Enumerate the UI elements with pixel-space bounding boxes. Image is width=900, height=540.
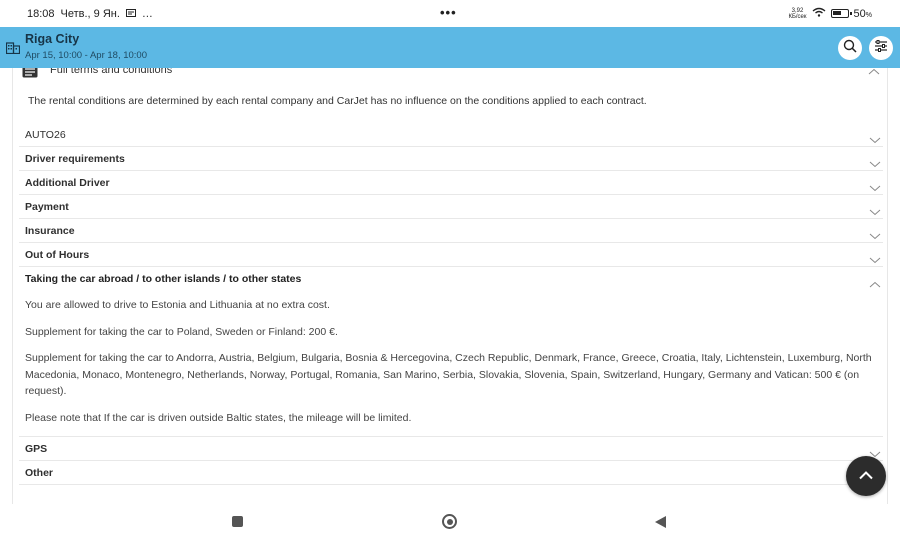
abroad-paragraph: You are allowed to drive to Estonia and … xyxy=(25,299,330,311)
section-abroad-header[interactable]: Taking the car abroad / to other islands… xyxy=(19,267,883,291)
section-label: Out of Hours xyxy=(25,249,90,261)
status-left: 18:08 Четв., 9 Ян. … xyxy=(27,8,153,20)
section-out-of-hours[interactable]: Out of Hours xyxy=(19,243,883,267)
section-label: AUTO26 xyxy=(25,129,66,141)
section-label: Other xyxy=(25,467,54,479)
scroll-to-top-button[interactable] xyxy=(846,456,886,496)
search-icon xyxy=(843,39,857,58)
notification-icon xyxy=(125,8,136,20)
section-label: Payment xyxy=(25,201,69,213)
status-bar: 18:08 Четв., 9 Ян. … ••• 3,92 КБ/сек 50% xyxy=(0,0,900,27)
battery-unit: % xyxy=(865,11,872,19)
net-speed-unit: КБ/сек xyxy=(788,13,807,20)
status-center-dots: ••• xyxy=(440,5,457,20)
battery-value: 50 xyxy=(853,7,866,20)
section-driver-requirements[interactable]: Driver requirements xyxy=(19,147,883,171)
battery-icon xyxy=(830,9,852,18)
filter-button[interactable] xyxy=(869,36,893,60)
section-other[interactable]: Other xyxy=(19,461,883,485)
abroad-paragraph: Supplement for taking the car to Andorra… xyxy=(25,352,872,397)
status-time: 18:08 xyxy=(27,8,55,20)
document-icon xyxy=(22,68,38,78)
status-right: 3,92 КБ/сек 50% xyxy=(788,7,872,20)
section-auto26[interactable]: AUTO26 xyxy=(19,123,883,147)
abroad-paragraph: Please note that If the car is driven ou… xyxy=(25,411,412,424)
section-additional-driver[interactable]: Additional Driver xyxy=(19,171,883,195)
status-date: Четв., 9 Ян. xyxy=(60,8,120,20)
recent-apps-button[interactable] xyxy=(232,516,243,527)
chevron-up-icon xyxy=(868,68,880,80)
terms-header[interactable]: Full terms and conditions xyxy=(22,68,880,82)
rental-dates: Apr 15, 10:00 - Apr 18, 10:00 xyxy=(25,50,148,61)
system-nav-bar xyxy=(0,504,900,540)
section-label: Insurance xyxy=(25,225,75,237)
terms-content: Full terms and conditions The rental con… xyxy=(12,68,888,504)
search-button[interactable] xyxy=(838,36,862,60)
section-label: Driver requirements xyxy=(25,153,125,165)
chevron-up-icon xyxy=(858,467,874,485)
section-label: GPS xyxy=(25,443,48,455)
terms-sections: AUTO26 Driver requirements Additional Dr… xyxy=(19,123,883,485)
home-button[interactable] xyxy=(442,514,457,529)
app-header: Riga City Apr 15, 10:00 - Apr 18, 10:00 xyxy=(0,27,900,68)
filter-icon xyxy=(874,39,888,57)
battery-level: 50% xyxy=(854,8,872,20)
section-insurance[interactable]: Insurance xyxy=(19,219,883,243)
wifi-icon xyxy=(812,7,826,20)
chevron-up-icon xyxy=(869,275,881,293)
section-label: Additional Driver xyxy=(25,177,110,189)
abroad-paragraph: Supplement for taking the car to Poland,… xyxy=(25,325,338,338)
section-payment[interactable]: Payment xyxy=(19,195,883,219)
section-abroad-body: You are allowed to drive to Estonia and … xyxy=(19,291,883,436)
section-gps[interactable]: GPS xyxy=(19,437,883,461)
back-button[interactable] xyxy=(655,516,666,528)
building-icon xyxy=(5,41,21,55)
net-speed: 3,92 КБ/сек xyxy=(788,8,806,20)
terms-intro: The rental conditions are determined by … xyxy=(28,95,647,107)
location-title: Riga City xyxy=(25,32,80,46)
terms-title: Full terms and conditions xyxy=(50,68,173,76)
section-taking-car-abroad: Taking the car abroad / to other islands… xyxy=(19,267,883,437)
status-more: … xyxy=(141,8,153,20)
section-label: Taking the car abroad / to other islands… xyxy=(25,273,302,285)
